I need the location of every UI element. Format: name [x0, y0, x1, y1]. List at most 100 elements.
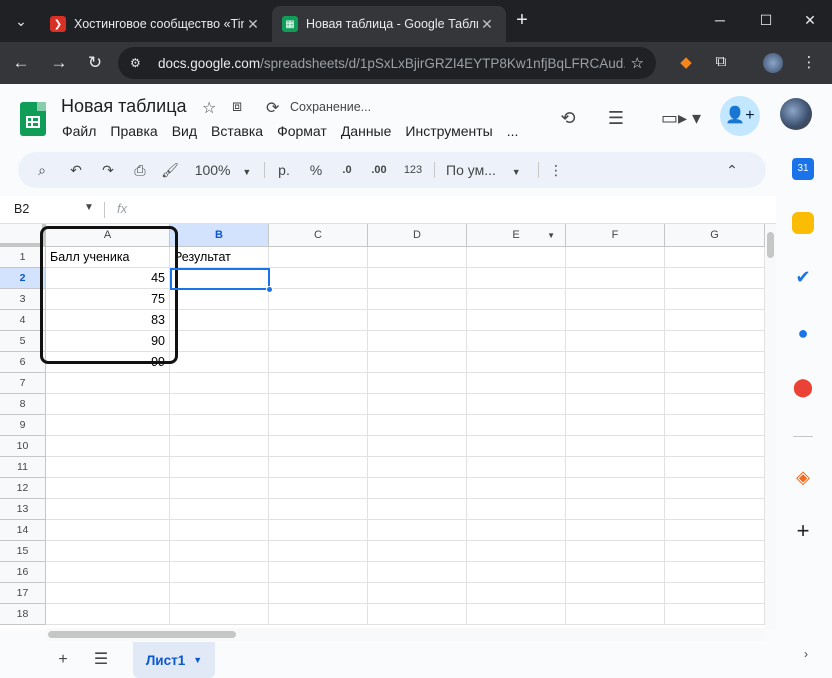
cell-d1[interactable]: [368, 247, 467, 268]
document-title[interactable]: Новая таблица: [61, 96, 187, 117]
cell-b12[interactable]: [170, 478, 269, 499]
cell-d6[interactable]: [368, 352, 467, 373]
undo-icon[interactable]: ↶: [66, 158, 86, 182]
cell-d7[interactable]: [368, 373, 467, 394]
cell-e18[interactable]: [467, 604, 566, 625]
cell-a11[interactable]: [46, 457, 170, 478]
cell-b18[interactable]: [170, 604, 269, 625]
cell-g8[interactable]: [665, 394, 765, 415]
sheet-tab[interactable]: Лист1 ▼: [133, 642, 215, 678]
cell-g7[interactable]: [665, 373, 765, 394]
cell-f9[interactable]: [566, 415, 665, 436]
row-header-9[interactable]: 9: [0, 415, 46, 436]
cell-g12[interactable]: [665, 478, 765, 499]
row-header-18[interactable]: 18: [0, 604, 46, 625]
cell-d9[interactable]: [368, 415, 467, 436]
paint-format-icon[interactable]: 🖌: [160, 158, 180, 182]
cell-c16[interactable]: [269, 562, 368, 583]
column-header-b[interactable]: B: [170, 224, 269, 247]
cell-b7[interactable]: [170, 373, 269, 394]
cell-b13[interactable]: [170, 499, 269, 520]
cell-f15[interactable]: [566, 541, 665, 562]
cell-a16[interactable]: [46, 562, 170, 583]
cell-e3[interactable]: [467, 289, 566, 310]
meet-icon[interactable]: ▭▸ ▾: [656, 104, 706, 132]
cell-g15[interactable]: [665, 541, 765, 562]
menu-more[interactable]: ...: [500, 122, 526, 140]
cell-c14[interactable]: [269, 520, 368, 541]
column-header-g[interactable]: G: [665, 224, 765, 247]
cell-f13[interactable]: [566, 499, 665, 520]
cell-f11[interactable]: [566, 457, 665, 478]
new-tab-button[interactable]: +: [510, 9, 534, 33]
cell-a10[interactable]: [46, 436, 170, 457]
cell-b14[interactable]: [170, 520, 269, 541]
share-button[interactable]: 👤+: [720, 96, 760, 136]
cell-b17[interactable]: [170, 583, 269, 604]
cell-e9[interactable]: [467, 415, 566, 436]
cell-c12[interactable]: [269, 478, 368, 499]
cell-b5[interactable]: [170, 331, 269, 352]
tab-timeweb[interactable]: ❯ Хостинговое сообщество «Timeweb» ✕: [40, 6, 272, 42]
cell-c18[interactable]: [269, 604, 368, 625]
chevron-down-icon[interactable]: ▼: [193, 655, 202, 665]
cell-c10[interactable]: [269, 436, 368, 457]
cell-e8[interactable]: [467, 394, 566, 415]
history-icon[interactable]: ⟲: [554, 104, 582, 132]
cell-e6[interactable]: [467, 352, 566, 373]
row-header-10[interactable]: 10: [0, 436, 46, 457]
cell-e7[interactable]: [467, 373, 566, 394]
expand-side-panel-icon[interactable]: ›: [796, 644, 816, 664]
cell-f10[interactable]: [566, 436, 665, 457]
print-icon[interactable]: ⎙: [130, 158, 150, 182]
cell-g3[interactable]: [665, 289, 765, 310]
minimize-icon[interactable]: ─: [706, 8, 734, 32]
cell-b8[interactable]: [170, 394, 269, 415]
cell-f14[interactable]: [566, 520, 665, 541]
cell-c11[interactable]: [269, 457, 368, 478]
name-box[interactable]: B2: [14, 202, 29, 216]
cell-f18[interactable]: [566, 604, 665, 625]
row-header-8[interactable]: 8: [0, 394, 46, 415]
cell-f2[interactable]: [566, 268, 665, 289]
cell-d18[interactable]: [368, 604, 467, 625]
cell-f1[interactable]: [566, 247, 665, 268]
move-folder-icon[interactable]: ⧈: [232, 98, 242, 116]
cell-f6[interactable]: [566, 352, 665, 373]
cell-e15[interactable]: [467, 541, 566, 562]
cell-d8[interactable]: [368, 394, 467, 415]
tab-sheets[interactable]: ▦ Новая таблица - Google Таблицы ✕: [272, 6, 506, 42]
row-header-12[interactable]: 12: [0, 478, 46, 499]
metamask-extension-icon[interactable]: ◆: [675, 53, 697, 73]
cell-g10[interactable]: [665, 436, 765, 457]
back-icon[interactable]: ←: [8, 50, 34, 76]
cell-e1[interactable]: [467, 247, 566, 268]
menu-edit[interactable]: Правка: [103, 122, 164, 140]
row-header-16[interactable]: 16: [0, 562, 46, 583]
cell-b15[interactable]: [170, 541, 269, 562]
row-header-13[interactable]: 13: [0, 499, 46, 520]
cell-g2[interactable]: [665, 268, 765, 289]
cell-g6[interactable]: [665, 352, 765, 373]
cell-d12[interactable]: [368, 478, 467, 499]
forward-icon[interactable]: →: [46, 50, 72, 76]
cell-c15[interactable]: [269, 541, 368, 562]
menu-view[interactable]: Вид: [165, 122, 204, 140]
cell-d15[interactable]: [368, 541, 467, 562]
cell-g13[interactable]: [665, 499, 765, 520]
avatar[interactable]: [780, 98, 812, 130]
addon-icon[interactable]: ◈: [792, 466, 814, 488]
cell-a18[interactable]: [46, 604, 170, 625]
cell-a14[interactable]: [46, 520, 170, 541]
cell-c8[interactable]: [269, 394, 368, 415]
column-header-c[interactable]: C: [269, 224, 368, 247]
close-window-icon[interactable]: ✕: [796, 8, 824, 32]
browser-menu-icon[interactable]: ⋮: [798, 53, 820, 73]
extensions-puzzle-icon[interactable]: ⧉: [710, 53, 732, 73]
add-addon-icon[interactable]: +: [792, 520, 814, 542]
cell-b4[interactable]: [170, 310, 269, 331]
bookmark-star-icon[interactable]: ☆: [631, 54, 644, 72]
currency-format-button[interactable]: р.: [274, 158, 294, 182]
all-sheets-icon[interactable]: ☰: [90, 650, 112, 670]
cell-d16[interactable]: [368, 562, 467, 583]
